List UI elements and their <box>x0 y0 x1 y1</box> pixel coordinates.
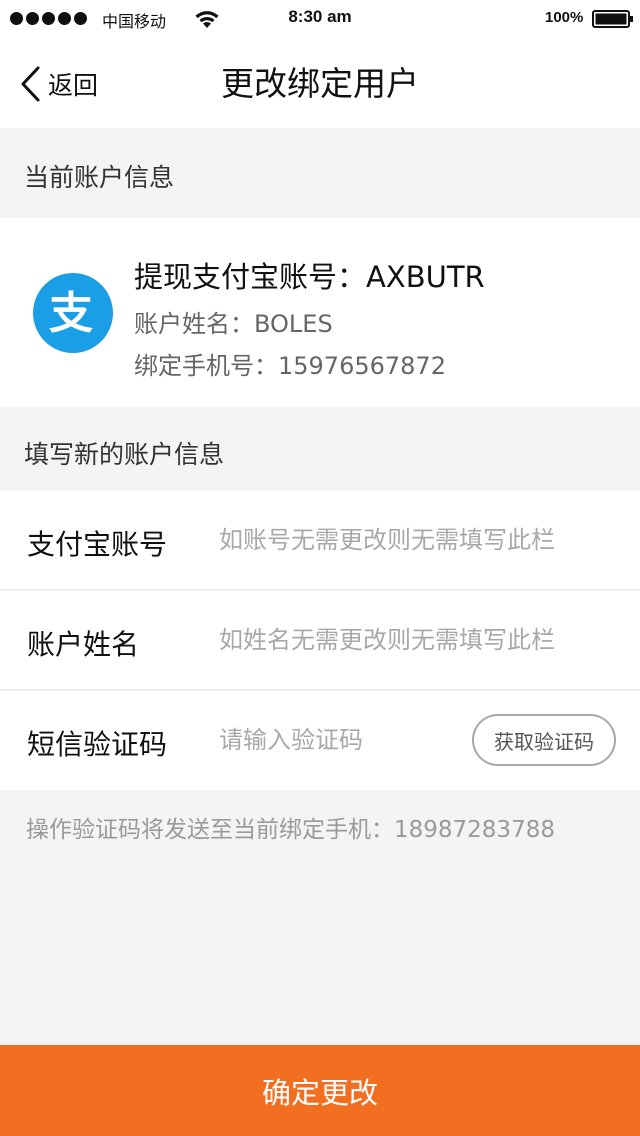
battery-percentage: 100% <box>545 9 584 26</box>
sms-code-label: 短信验证码 <box>27 728 168 761</box>
sms-code-row: 短信验证码 获取验证码 <box>0 691 640 790</box>
get-code-button[interactable]: 获取验证码 <box>472 714 616 766</box>
alipay-account-input[interactable] <box>219 517 619 563</box>
battery-icon <box>592 10 633 28</box>
alipay-logo-glyph: 支 <box>49 288 93 339</box>
alipay-logo-icon: 支 <box>33 273 113 353</box>
current-account-header-label: 当前账户信息 <box>24 163 175 192</box>
status-clock: 8:30 am <box>288 7 352 26</box>
sms-code-input[interactable] <box>219 717 459 763</box>
account-name-input[interactable] <box>219 617 619 663</box>
change-bound-user-screen: 中国移动 8:30 am 100% 返回 更改绑定用户 当前账户信息 支 提现支… <box>0 0 640 1136</box>
bound-phone-text: 绑定手机号：15976567872 <box>134 352 446 380</box>
alipay-account-text: 提现支付宝账号：AXBUTR <box>134 260 485 294</box>
new-account-header-label: 填写新的账户信息 <box>24 440 225 469</box>
new-account-header: 填写新的账户信息 <box>0 407 640 491</box>
account-name-text: 账户姓名：BOLES <box>134 310 333 338</box>
alipay-account-row: 支付宝账号 <box>0 491 640 590</box>
confirm-change-button[interactable]: 确定更改 <box>0 1045 640 1136</box>
status-bar: 中国移动 8:30 am 100% <box>0 0 640 40</box>
account-name-label: 账户姓名 <box>27 628 140 661</box>
code-hint-text: 操作验证码将发送至当前绑定手机：18987283788 <box>26 817 555 843</box>
alipay-account-label: 支付宝账号 <box>27 528 168 561</box>
page-title: 更改绑定用户 <box>221 64 419 103</box>
navigation-bar: 返回 更改绑定用户 <box>0 40 640 128</box>
current-account-card: 支 提现支付宝账号：AXBUTR 账户姓名：BOLES 绑定手机号：159765… <box>0 218 640 407</box>
account-name-row: 账户姓名 <box>0 591 640 690</box>
current-account-header: 当前账户信息 <box>0 128 640 218</box>
